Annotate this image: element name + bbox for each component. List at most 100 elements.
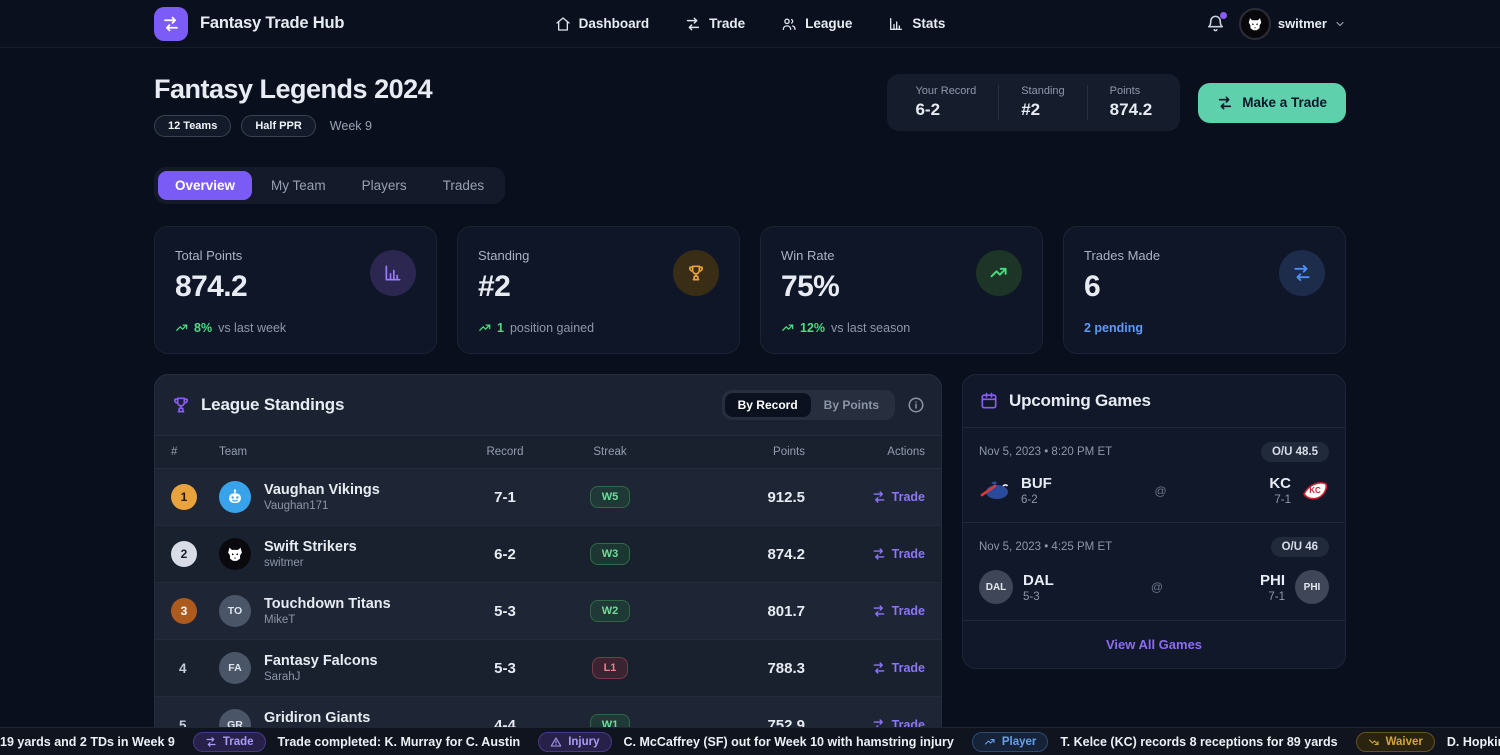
brand[interactable]: Fantasy Trade Hub	[154, 7, 484, 41]
tab-players[interactable]: Players	[345, 171, 424, 200]
svg-text:KC: KC	[1309, 486, 1321, 495]
tab-overview[interactable]: Overview	[158, 171, 252, 200]
rank-number: 4	[171, 661, 187, 676]
nav-item-league[interactable]: League	[781, 16, 852, 32]
tab-trades[interactable]: Trades	[426, 171, 502, 200]
table-row[interactable]: 4 FA Fantasy Falcons SarahJ 5-3 L1 788.3…	[155, 640, 941, 697]
trending-down-icon	[1368, 736, 1380, 748]
stat-delta: 8%	[194, 321, 212, 335]
nav-item-trade[interactable]: Trade	[685, 16, 745, 32]
trending-up-icon	[976, 250, 1022, 296]
chart-icon	[888, 16, 904, 32]
upcoming-games-panel: Upcoming Games Nov 5, 2023 • 8:20 PM ET …	[962, 374, 1346, 669]
league-header: Fantasy Legends 2024 12 Teams Half PPR W…	[154, 74, 432, 137]
table-row[interactable]: 1 Vaughan Vikings Vaughan171 7-1 W5 912.…	[155, 469, 941, 526]
over-under-badge: O/U 46	[1271, 537, 1329, 557]
summary-points: Points 874.2	[1087, 85, 1175, 120]
username: switmer	[1278, 16, 1327, 31]
standings-table-body: 1 Vaughan Vikings Vaughan171 7-1 W5 912.…	[155, 469, 941, 754]
user-menu[interactable]: switmer	[1239, 8, 1346, 40]
tab-my-team[interactable]: My Team	[254, 171, 343, 200]
at-separator: @	[1151, 580, 1163, 594]
stat-delta-suffix: vs last season	[831, 321, 910, 335]
team-owner: MikeT	[264, 614, 391, 626]
home-team-record: 7-1	[1269, 494, 1291, 506]
badge-label: Injury	[568, 736, 599, 748]
stat-delta-suffix: position gained	[510, 321, 594, 335]
trending-up-icon	[984, 736, 996, 748]
summary-label: Your Record	[915, 85, 976, 97]
cowboys-logo-circle: DAL	[979, 570, 1013, 604]
trade-label: Trade	[892, 661, 925, 675]
waiver-badge: Waiver	[1356, 732, 1435, 752]
team-avatar-initials: TO	[219, 595, 251, 627]
swap-icon	[685, 16, 701, 32]
rank-badge: 3	[171, 598, 197, 624]
pending-trades-link[interactable]: 2 pending	[1084, 321, 1143, 335]
teams-badge: 12 Teams	[154, 115, 231, 137]
trending-up-icon	[781, 321, 795, 335]
make-a-trade-label: Make a Trade	[1242, 95, 1327, 110]
nav-item-stats[interactable]: Stats	[888, 16, 945, 32]
record-value: 6-2	[455, 546, 555, 563]
toggle-by-points[interactable]: By Points	[811, 393, 892, 417]
away-team-record: 5-3	[1023, 591, 1054, 603]
view-all-games-link[interactable]: View All Games	[963, 621, 1345, 668]
ticker-text: D. Hopkins claimed off waivers	[1447, 735, 1500, 749]
stat-delta: 1	[497, 321, 504, 335]
toggle-by-record[interactable]: By Record	[725, 393, 811, 417]
home-team-record: 7-1	[1260, 591, 1285, 603]
brand-logo-swap-icon	[154, 7, 188, 41]
row-trade-button[interactable]: Trade	[872, 604, 925, 618]
make-a-trade-button[interactable]: Make a Trade	[1198, 83, 1346, 123]
swap-icon	[872, 661, 886, 675]
users-icon	[781, 16, 797, 32]
ticker-text: C. McCaffrey (SF) out for Week 10 with h…	[624, 735, 954, 749]
standings-title: League Standings	[201, 395, 344, 415]
injury-badge: Injury	[538, 732, 611, 752]
top-navbar: Fantasy Trade Hub Dashboard Trade League…	[0, 0, 1500, 48]
col-actions: Actions	[805, 446, 925, 458]
swap-icon	[872, 547, 886, 561]
trending-up-icon	[175, 321, 189, 335]
summary-value: 874.2	[1110, 100, 1153, 120]
view-tabs: Overview My Team Players Trades	[154, 167, 505, 204]
team-name: Gridiron Giants	[264, 710, 370, 726]
game-row[interactable]: Nov 5, 2023 • 4:25 PM ET O/U 46 DAL DAL …	[963, 523, 1345, 621]
swap-icon	[872, 604, 886, 618]
avatar	[1239, 8, 1271, 40]
badge-label: Waiver	[1386, 736, 1423, 748]
sort-toggle: By Record By Points	[722, 390, 895, 420]
notification-dot	[1220, 12, 1227, 19]
stat-card-win-rate: Win Rate 75% 12% vs last season	[760, 226, 1043, 354]
ticker-item: Injury C. McCaffrey (SF) out for Week 10…	[538, 732, 954, 752]
row-trade-button[interactable]: Trade	[872, 547, 925, 561]
col-record: Record	[455, 446, 555, 458]
away-team-abbr: BUF	[1021, 475, 1052, 492]
over-under-badge: O/U 48.5	[1261, 442, 1329, 462]
swap-icon	[205, 736, 217, 748]
swap-icon	[1217, 95, 1233, 111]
summary-label: Standing	[1021, 85, 1064, 97]
notifications-button[interactable]	[1206, 14, 1225, 33]
row-trade-button[interactable]: Trade	[872, 490, 925, 504]
player-badge: Player	[972, 732, 1049, 752]
row-trade-button[interactable]: Trade	[872, 661, 925, 675]
points-value: 788.3	[665, 660, 805, 677]
table-row[interactable]: 2 Swift Strikers switmer 6-2 W3 874.2 Tr…	[155, 526, 941, 583]
swap-icon	[1279, 250, 1325, 296]
summary-value: 6-2	[915, 100, 976, 120]
table-row[interactable]: 3 TO Touchdown Titans MikeT 5-3 W2 801.7…	[155, 583, 941, 640]
nav-item-dashboard[interactable]: Dashboard	[555, 16, 650, 32]
home-team-abbr: KC	[1269, 475, 1291, 492]
nav-label: Dashboard	[579, 16, 650, 31]
info-icon[interactable]	[907, 396, 925, 414]
chiefs-logo-icon: KC	[1301, 479, 1329, 503]
streak-badge: L1	[592, 657, 629, 679]
at-separator: @	[1154, 484, 1166, 498]
summary-your-record: Your Record 6-2	[893, 85, 998, 120]
trophy-icon	[171, 395, 191, 415]
team-name: Swift Strikers	[264, 539, 357, 555]
record-value: 5-3	[455, 660, 555, 677]
game-row[interactable]: Nov 5, 2023 • 8:20 PM ET O/U 48.5 BUF 6-…	[963, 428, 1345, 523]
